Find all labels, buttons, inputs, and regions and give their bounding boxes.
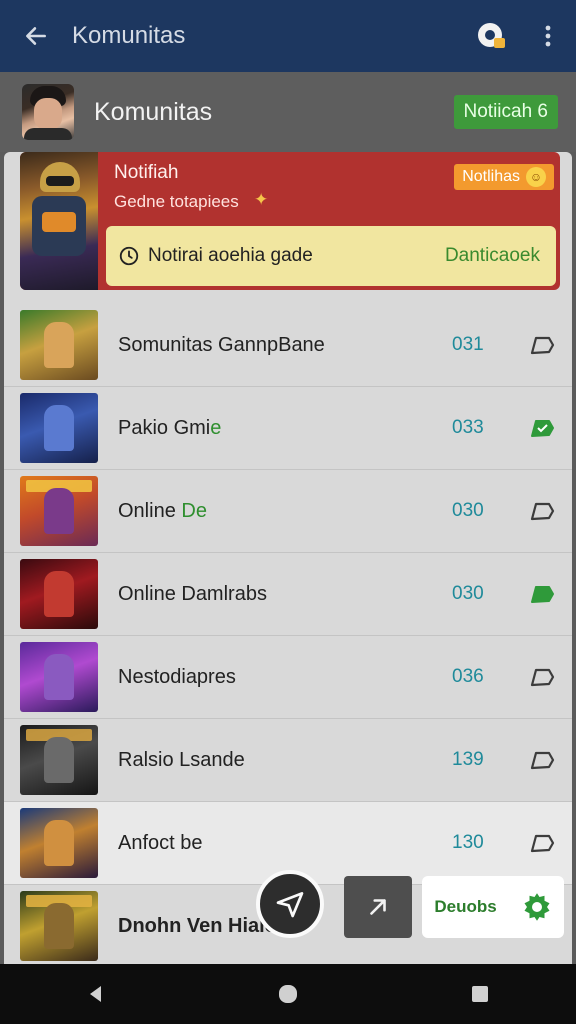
gear-icon [524, 893, 550, 921]
primary-action-button[interactable]: Deuobs [422, 876, 564, 938]
nav-home-icon[interactable] [277, 983, 299, 1005]
list-item-count: 130 [452, 832, 484, 853]
tag-icon [530, 336, 555, 355]
notification-badge-button[interactable] [464, 0, 520, 72]
game-thumbnail [20, 559, 98, 629]
avatar[interactable] [22, 84, 74, 140]
alert-action-link[interactable]: Danticaoek [445, 245, 540, 267]
list-item[interactable]: Online De 030 [4, 470, 572, 553]
send-button[interactable] [256, 870, 324, 938]
game-thumbnail [20, 808, 98, 878]
list-item-label: Somunitas GannpBane [118, 333, 325, 356]
list-item-count: 031 [452, 334, 484, 355]
featured-notification-card[interactable]: Notifiah Gedne totapiees ✦ Notlihas ☺ No… [20, 152, 560, 290]
sparkle-icon: ✦ [254, 190, 269, 209]
page-title: Komunitas [72, 22, 186, 49]
list-item-label: Nestodiapres [118, 665, 236, 688]
game-thumbnail [20, 642, 98, 712]
game-thumbnail [20, 310, 98, 380]
game-thumbnail [20, 393, 98, 463]
tag-icon [530, 834, 555, 853]
list-item-count: 033 [452, 417, 484, 438]
featured-game-art [20, 152, 98, 290]
list-item[interactable]: Online Damlrabs 030 [4, 553, 572, 636]
list-item[interactable]: Ralsio Lsande 139 [4, 719, 572, 802]
nav-recents-icon[interactable] [470, 984, 490, 1004]
list-item-count: 030 [452, 583, 484, 604]
more-vertical-icon [545, 25, 551, 47]
list-item-label: Ralsio Lsande [118, 748, 245, 771]
system-nav-bar [0, 964, 576, 1024]
notification-badge-icon [478, 23, 505, 48]
smiley-icon: ☺ [526, 167, 546, 187]
list-item[interactable]: Somunitas GannpBane 031 [4, 304, 572, 387]
alert-message: Notirai aoehia gade [148, 245, 313, 266]
list-item[interactable]: Nestodiapres 036 [4, 636, 572, 719]
game-list: Somunitas GannpBane 031 Pakio Gmie 033 O… [4, 304, 572, 964]
tag-button[interactable] [512, 657, 572, 697]
list-item-count: 030 [452, 500, 484, 521]
tag-button[interactable] [512, 574, 572, 614]
featured-title: Notifiah [114, 162, 179, 183]
share-button[interactable] [344, 876, 412, 938]
primary-action-label: Deuobs [434, 897, 497, 916]
tag-button[interactable] [512, 325, 572, 365]
back-button[interactable] [0, 0, 72, 72]
tag-button[interactable] [512, 823, 572, 863]
tag-icon [530, 668, 555, 687]
app-bar: Komunitas [0, 0, 576, 72]
notification-count-badge[interactable]: Notiicah 6 [453, 95, 558, 129]
tag-button[interactable] [512, 408, 572, 448]
nav-back-icon[interactable] [86, 984, 106, 1004]
tag-button[interactable] [512, 491, 572, 531]
arrow-left-icon [26, 27, 46, 45]
list-item-label: Pakio Gmie [118, 416, 222, 439]
community-name: Komunitas [94, 97, 213, 126]
list-item-label: Online De [118, 499, 207, 522]
clock-icon [119, 246, 139, 266]
game-thumbnail [20, 891, 98, 961]
tag-check-icon [531, 420, 554, 437]
arrow-up-right-icon [370, 899, 386, 915]
featured-subtitle: Gedne totapiees [114, 192, 239, 211]
list-item-label: Online Damlrabs [118, 582, 267, 605]
more-options-button[interactable] [520, 0, 576, 72]
game-thumbnail [20, 725, 98, 795]
tag-button[interactable] [512, 740, 572, 780]
tag-icon [530, 751, 555, 770]
list-item-count: 036 [452, 666, 484, 687]
list-item-count: 139 [452, 749, 484, 770]
alert-banner[interactable]: Notirai aoehia gade Danticaoek [106, 226, 556, 286]
game-thumbnail [20, 476, 98, 546]
tag-icon [530, 502, 555, 521]
send-icon [276, 892, 304, 918]
tag-active-icon [531, 586, 554, 603]
list-item[interactable]: Pakio Gmie 033 [4, 387, 572, 470]
community-sheet: Notifiah Gedne totapiees ✦ Notlihas ☺ No… [4, 152, 572, 964]
notify-pill-button[interactable]: Notlihas ☺ [454, 164, 554, 190]
list-item-label: Anfoct be [118, 831, 203, 854]
notify-pill-label: Notlihas [462, 168, 520, 185]
community-header: Komunitas Notiicah 6 [0, 72, 576, 152]
